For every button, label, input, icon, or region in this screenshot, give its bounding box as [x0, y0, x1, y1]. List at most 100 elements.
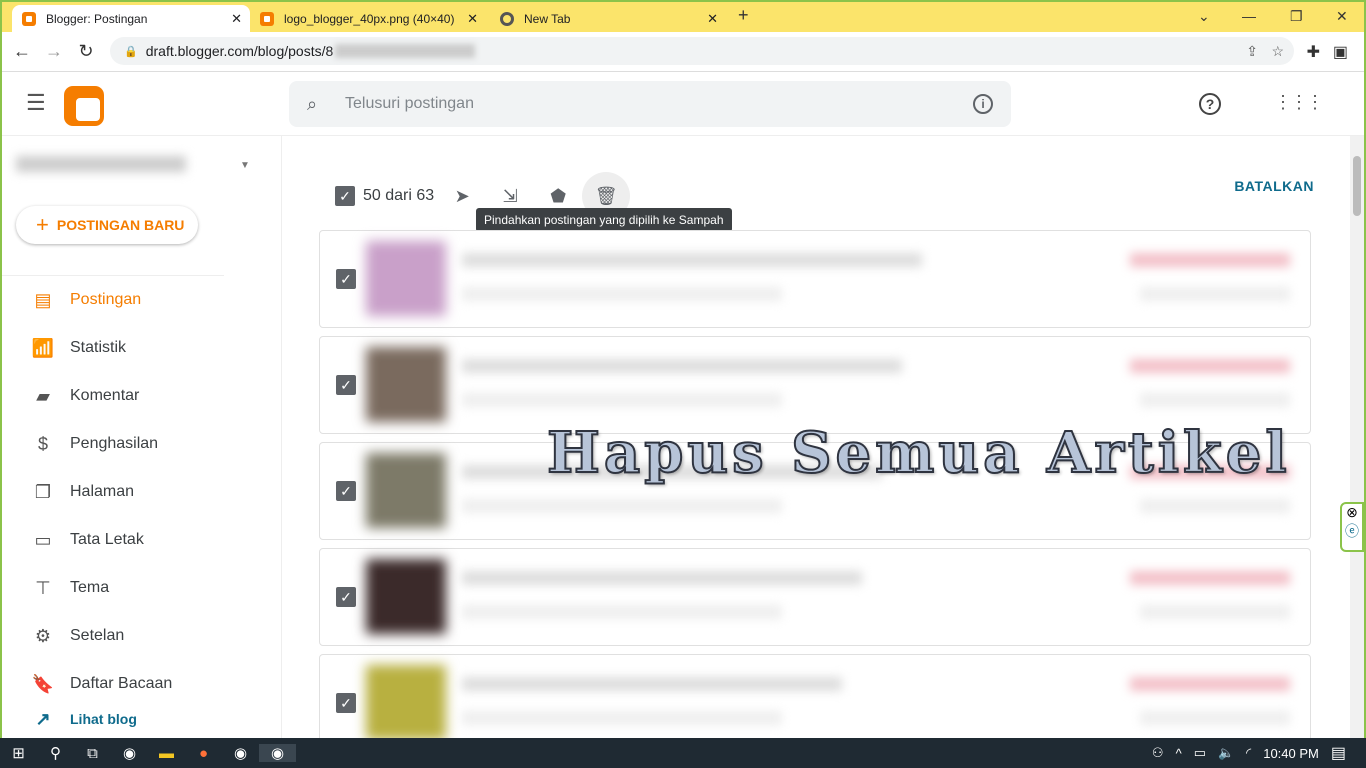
share-icon[interactable]: ⇪ — [1246, 43, 1258, 60]
chrome-icon — [500, 11, 514, 26]
search-placeholder: Telusuri postingan — [345, 95, 474, 112]
people-icon[interactable]: ⚇ — [1152, 745, 1164, 761]
redacted-post-meta — [462, 287, 782, 301]
dropdown-caret-icon[interactable]: ▼ — [240, 160, 250, 171]
redacted-post-stats — [1140, 287, 1290, 301]
url-field[interactable]: 🔒 draft.blogger.com/blog/posts/8 ⇪ ☆ — [110, 37, 1294, 65]
post-checkbox[interactable]: ✓ — [336, 693, 356, 713]
sidebar-menu: ▤ Postingan 📶 Statistik ▰ Komentar $ Penghas… — [2, 275, 224, 734]
close-tab-icon[interactable]: ✕ — [707, 11, 718, 27]
system-tray: ⚇ ^ ▭ 🔈 ◜ 10:40 PM ▤ — [1152, 738, 1366, 768]
redacted-post-meta — [462, 711, 782, 725]
lock-icon: 🔒 — [124, 45, 138, 58]
new-post-button[interactable]: + POSTINGAN BARU — [16, 206, 198, 244]
clock[interactable]: 10:40 PM — [1263, 746, 1319, 761]
bookmark-star-icon[interactable]: ☆ — [1271, 43, 1284, 60]
tab-new[interactable]: New Tab ✕ — [490, 5, 726, 32]
file-explorer-icon[interactable]: ▬ — [148, 745, 185, 762]
post-checkbox[interactable]: ✓ — [336, 481, 356, 501]
search-icon: ⌕ — [307, 93, 318, 114]
post-row[interactable]: ✓ — [319, 548, 1311, 646]
back-icon[interactable]: ← — [6, 41, 38, 62]
windows-start-icon[interactable]: ⊞ — [0, 744, 37, 762]
wifi-icon[interactable]: ◜ — [1246, 745, 1251, 761]
help-icon[interactable]: ? — [1199, 93, 1221, 115]
chrome-active-icon[interactable]: ◉ — [259, 744, 296, 762]
sidebar-item-daftar-bacaan[interactable]: 🔖 Daftar Bacaan — [2, 660, 224, 708]
new-post-label: POSTINGAN BARU — [56, 217, 185, 233]
redacted-post-stats — [1140, 605, 1290, 619]
pages-icon: ❐ — [34, 481, 52, 502]
redacted-post-title — [462, 571, 862, 585]
redacted-url — [335, 44, 476, 58]
forward-icon[interactable]: → — [38, 41, 70, 62]
select-all-checkbox[interactable]: ✓ — [335, 186, 355, 206]
e-icon[interactable]: ⓔ — [1342, 521, 1362, 541]
minimize-button[interactable]: — — [1242, 8, 1256, 24]
redacted-post-status — [1130, 359, 1290, 373]
tab-blogger[interactable]: Blogger: Postingan ✕ — [12, 5, 250, 32]
redacted-post-stats — [1140, 711, 1290, 725]
chrome-icon[interactable]: ◉ — [222, 744, 259, 762]
sidebar-item-komentar[interactable]: ▰ Komentar — [2, 372, 224, 420]
cancel-button[interactable]: BATALKAN — [1234, 178, 1314, 194]
sidebar-item-lihat-blog[interactable]: ↗ Lihat blog — [2, 704, 224, 734]
post-checkbox[interactable]: ✓ — [336, 269, 356, 289]
external-link-icon: ↗ — [35, 708, 51, 729]
close-icon[interactable]: ⊗ — [1342, 504, 1362, 521]
blog-selector[interactable] — [16, 156, 186, 172]
info-icon[interactable]: i — [973, 94, 993, 114]
selection-count: 50 dari 63 — [363, 187, 435, 204]
blogger-logo[interactable] — [64, 86, 104, 126]
sidebar-item-setelan[interactable]: ⚙ Setelan — [2, 612, 224, 660]
sidebar-item-tema[interactable]: ⊤ Tema — [2, 564, 224, 612]
sidebar-item-label: Tema — [70, 579, 110, 596]
battery-icon[interactable]: ▭ — [1194, 745, 1206, 761]
post-checkbox[interactable]: ✓ — [336, 375, 356, 395]
redacted-post-meta — [462, 499, 782, 513]
tab-title: Blogger: Postingan — [46, 11, 148, 26]
post-row[interactable]: ✓ — [319, 654, 1311, 738]
apps-grid-icon[interactable]: ⋮⋮⋮ — [1274, 92, 1324, 113]
sidebar-item-postingan[interactable]: ▤ Postingan — [2, 276, 224, 324]
volume-icon[interactable]: 🔈 — [1218, 745, 1234, 761]
stats-icon: 📶 — [31, 337, 55, 358]
close-tab-icon[interactable]: ✕ — [467, 11, 478, 27]
blogger-header: ☰ ⌕ Telusuri postingan i ? ⋮⋮⋮ — [2, 72, 1364, 136]
extension-widget[interactable]: ⊗ ⓔ — [1340, 502, 1364, 552]
close-window-button[interactable]: ✕ — [1336, 8, 1348, 25]
sidebar-item-label: Setelan — [70, 627, 125, 644]
side-panel-icon[interactable]: ▣ — [1333, 42, 1348, 62]
sidebar-item-penghasilan[interactable]: $ Penghasilan — [2, 420, 224, 468]
redacted-post-stats — [1140, 393, 1290, 407]
sidebar-item-tata-letak[interactable]: ▭ Tata Letak — [2, 516, 224, 564]
tab-search-icon[interactable]: ⌄ — [1198, 8, 1210, 25]
posts-icon: ▤ — [34, 289, 52, 310]
tab-title: New Tab — [524, 11, 571, 26]
notification-icon[interactable]: ▤ — [1331, 743, 1346, 763]
search-input[interactable]: ⌕ Telusuri postingan i — [289, 81, 1011, 127]
post-checkbox[interactable]: ✓ — [336, 587, 356, 607]
sidebar-item-statistik[interactable]: 📶 Statistik — [2, 324, 224, 372]
scrollbar[interactable] — [1350, 136, 1364, 738]
sidebar-item-label: Halaman — [70, 483, 135, 500]
firefox-icon[interactable]: ● — [185, 745, 222, 762]
reload-icon[interactable]: ↻ — [70, 41, 102, 62]
chevron-up-icon[interactable]: ^ — [1176, 746, 1182, 761]
extensions-icon[interactable]: ✚ — [1307, 42, 1320, 62]
task-view-icon[interactable]: ⧉ — [74, 745, 111, 762]
tab-logo[interactable]: logo_blogger_40px.png (40×40) ✕ — [250, 5, 486, 32]
post-row[interactable]: ✓ — [319, 230, 1311, 328]
restore-button[interactable]: ❐ — [1290, 8, 1303, 25]
close-tab-icon[interactable]: ✕ — [231, 11, 242, 27]
scrollbar-thumb[interactable] — [1353, 156, 1361, 216]
bookmark-icon: 🔖 — [31, 673, 55, 694]
chrome-icon[interactable]: ◉ — [111, 744, 148, 762]
url-text: draft.blogger.com/blog/posts/8 — [145, 43, 334, 59]
new-tab-button[interactable]: + — [738, 5, 749, 26]
search-icon[interactable]: ⚲ — [37, 744, 74, 762]
hamburger-menu-icon[interactable]: ☰ — [26, 90, 46, 116]
sidebar-item-halaman[interactable]: ❐ Halaman — [2, 468, 224, 516]
redacted-post-status — [1130, 677, 1290, 691]
tab-title: logo_blogger_40px.png (40×40) — [284, 11, 455, 26]
